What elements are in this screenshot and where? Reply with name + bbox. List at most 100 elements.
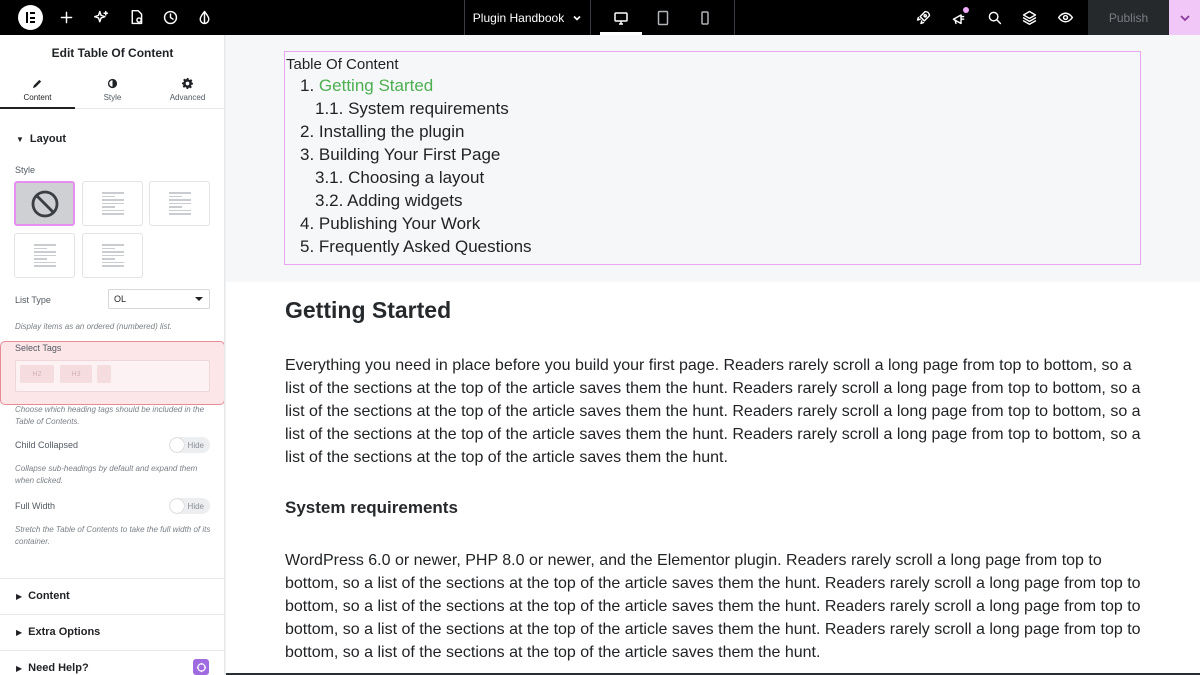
select-tags-label: Select Tags (15, 343, 62, 353)
toc-item[interactable]: 1. Getting Started (300, 76, 433, 96)
section-divider (0, 578, 224, 579)
tab-advanced[interactable]: Advanced (150, 71, 224, 108)
rocket-icon[interactable] (913, 7, 933, 27)
theme-icon[interactable] (194, 7, 214, 27)
toc-item-label: Publishing Your Work (318, 214, 481, 233)
toc-item[interactable]: 4. Publishing Your Work (300, 214, 480, 234)
toc-item-label: Installing the plugin (318, 122, 465, 141)
preview-eye-icon[interactable] (1055, 7, 1075, 27)
help-widget-icon[interactable] (193, 659, 209, 675)
desktop-icon[interactable] (600, 0, 642, 35)
history-icon[interactable] (160, 7, 180, 27)
document-title-dropdown[interactable]: Plugin Handbook (465, 0, 590, 35)
child-collapsed-help: Collapse sub-headings by default and exp… (15, 464, 198, 485)
mobile-icon[interactable] (684, 0, 726, 35)
toc-item-label: Adding widgets (347, 191, 463, 210)
chevron-down-icon (573, 15, 581, 21)
select-tags-help: Choose which heading tags should be incl… (15, 405, 205, 426)
child-collapsed-label: Child Collapsed (15, 440, 79, 450)
search-icon[interactable] (984, 7, 1004, 27)
sparkle-icon[interactable] (91, 7, 111, 27)
toc-item[interactable]: 2. Installing the plugin (300, 122, 464, 142)
toc-item[interactable]: 3. Building Your First Page (300, 145, 500, 165)
publish-button[interactable]: Publish (1088, 0, 1169, 35)
toc-item-label: System requirements (348, 99, 509, 118)
tab-content[interactable]: Content (0, 71, 75, 109)
section-divider (0, 614, 224, 615)
toc-item[interactable]: 3.1. Choosing a layout (315, 168, 484, 188)
tab-label: Content (23, 92, 52, 102)
toc-item[interactable]: 1.1. System requirements (315, 99, 509, 119)
heading-getting-started: Getting Started (285, 297, 452, 323)
tablet-icon[interactable] (642, 0, 684, 35)
table-of-contents-widget[interactable]: Table Of Content 1. Getting Started 1.1. … (284, 51, 1141, 265)
toc-header: Table Of Content (286, 56, 399, 73)
style-option-4[interactable] (14, 233, 75, 278)
panel-tabs: Content Style Advanced (0, 71, 224, 109)
list-type-value: OL (114, 294, 127, 304)
structure-icon[interactable] (1019, 7, 1039, 27)
paragraph-getting-started: Everything you need in place before you … (285, 357, 1141, 466)
panel-title: Edit Table Of Content (51, 46, 174, 60)
section-need-help-toggle[interactable]: ▶ Need Help? (0, 660, 224, 675)
section-title: Layout (29, 133, 66, 145)
toc-item[interactable]: 5. Frequently Asked Questions (300, 237, 532, 257)
chevron-down-icon (1179, 14, 1190, 21)
style-preview (168, 192, 191, 215)
toc-item-number: 2. (300, 122, 315, 141)
caret-right-icon: ▶ (16, 663, 23, 673)
style-preview (101, 192, 124, 215)
style-option-5[interactable] (82, 233, 143, 278)
toc-item-number: 5. (300, 237, 315, 256)
style-preview (33, 244, 56, 267)
contrast-icon (107, 78, 118, 88)
caret-down-icon (195, 297, 203, 301)
toc-item-label: Choosing a layout (348, 168, 485, 187)
full-width-help: Stretch the Table of Contents to take th… (15, 525, 211, 546)
top-bar: Plugin Handbook Publish (0, 0, 1200, 35)
paragraph-system-requirements: WordPress 6.0 or newer, PHP 8.0 or newer… (285, 552, 1141, 661)
section-extra-options-toggle[interactable]: ▶ Extra Options (0, 624, 224, 640)
section-content-toggle[interactable]: ▶ Content (0, 588, 224, 604)
add-tag-chip[interactable] (97, 365, 111, 383)
publish-options-button[interactable] (1169, 0, 1200, 35)
caret-right-icon: ▶ (16, 627, 23, 637)
section-divider (0, 650, 224, 651)
child-collapsed-toggle[interactable]: Hide (169, 437, 210, 453)
style-option-none[interactable] (14, 181, 75, 226)
toc-item-number: 3. (300, 145, 315, 164)
style-option-3[interactable] (149, 181, 210, 226)
toc-item[interactable]: 3.2. Adding widgets (315, 191, 462, 211)
caret-right-icon: ▶ (16, 591, 23, 601)
list-type-select[interactable]: OL (108, 289, 210, 309)
toc-item-label: Frequently Asked Questions (318, 237, 532, 256)
tab-label: Style (103, 92, 122, 102)
full-width-toggle[interactable]: Hide (169, 498, 210, 514)
plus-icon[interactable] (56, 7, 76, 27)
gear-icon (182, 77, 193, 89)
toc-item-label: Building Your First Page (318, 145, 501, 164)
page-settings-icon[interactable] (126, 7, 146, 27)
elementor-logo-icon[interactable] (18, 5, 43, 30)
toc-item-number: 4. (300, 214, 315, 233)
toc-item-label: Getting Started (318, 76, 434, 95)
tab-label: Advanced (169, 92, 206, 102)
separator (590, 0, 591, 35)
style-option-2[interactable] (82, 181, 143, 226)
tag-chip-h2[interactable]: H2 (20, 365, 54, 383)
full-width-label: Full Width (15, 501, 56, 511)
toc-item-number: 3.1. (315, 168, 344, 187)
toc-section: Table Of Content 1. Getting Started 1.1. … (226, 35, 1200, 282)
separator (734, 0, 735, 35)
editor-panel: Edit Table Of Content Content Style Adva… (0, 35, 225, 675)
pencil-icon (32, 79, 42, 88)
tag-chip-h3[interactable]: H3 (60, 365, 92, 383)
toc-item-number: 1.1. (315, 99, 344, 118)
style-label: Style (15, 165, 36, 175)
style-preview (101, 244, 124, 267)
section-title: Extra Options (28, 626, 101, 638)
document-title: Plugin Handbook (472, 10, 565, 25)
section-layout-toggle[interactable]: ▼ Layout (0, 131, 224, 147)
tab-style[interactable]: Style (75, 71, 150, 108)
list-type-label: List Type (15, 295, 51, 305)
